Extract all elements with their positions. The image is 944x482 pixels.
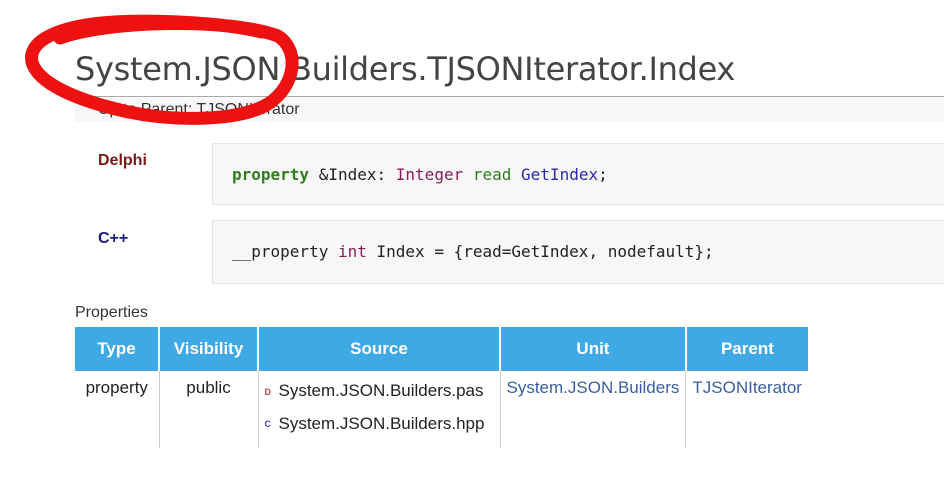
- cell-visibility: public: [159, 371, 259, 448]
- delphi-keyword-read: read: [472, 165, 512, 184]
- delphi-semicolon: ;: [598, 165, 608, 184]
- delphi-type: Integer: [395, 165, 464, 184]
- header-unit: Unit: [500, 327, 687, 371]
- cpp-file-icon: C: [264, 419, 272, 430]
- cpp-keyword-property: __property: [232, 242, 329, 261]
- page-title: System.JSON.Builders.TJSONIterator.Index: [75, 50, 736, 88]
- cpp-type: int: [337, 242, 367, 261]
- properties-header-row: Type Visibility Source Unit Parent: [75, 327, 808, 371]
- cell-parent: TJSONIterator: [686, 371, 808, 448]
- breadcrumb: Up to Parent: TJSONIterator: [75, 98, 944, 122]
- unit-link[interactable]: System.JSON.Builders: [507, 378, 680, 397]
- breadcrumb-link[interactable]: Up to Parent: TJSONIterator: [98, 101, 300, 119]
- header-type: Type: [75, 327, 160, 371]
- cpp-label: C++: [98, 230, 129, 247]
- properties-caption: Properties: [75, 304, 148, 321]
- properties-table: Type Visibility Source Unit Parent prope…: [75, 327, 808, 448]
- cell-type: property: [75, 371, 160, 448]
- source-file-hpp: System.JSON.Builders.hpp: [278, 413, 485, 433]
- delphi-getter: GetIndex: [521, 165, 599, 184]
- delphi-label: Delphi: [98, 152, 147, 169]
- parent-link[interactable]: TJSONIterator: [692, 378, 802, 397]
- header-source: Source: [258, 327, 501, 371]
- delphi-property-name: &Index:: [318, 165, 387, 184]
- cell-unit: System.JSON.Builders: [500, 371, 687, 448]
- delphi-keyword-property: property: [232, 165, 310, 184]
- cell-source: D System.JSON.Builders.pas C System.JSON.B…: [258, 371, 501, 448]
- delphi-code-line: property &Index: Integer read GetIndex;: [232, 165, 608, 184]
- source-file-pas: System.JSON.Builders.pas: [278, 381, 484, 400]
- header-parent: Parent: [685, 327, 808, 371]
- title-divider: [75, 96, 944, 97]
- cpp-code-block: __property int Index = {read=GetIndex, n…: [212, 220, 944, 284]
- source-item-pas: D System.JSON.Builders.pas: [265, 375, 494, 408]
- table-row: property public D System.JSON.Builders.pa…: [75, 371, 808, 448]
- delphi-file-icon: D: [264, 386, 272, 397]
- delphi-code-block: property &Index: Integer read GetIndex;: [212, 143, 944, 205]
- cpp-declaration: Index = {read=GetIndex, nodefault};: [376, 242, 714, 261]
- source-item-hpp: C System.JSON.Builders.hpp: [265, 408, 494, 441]
- cpp-code-line: __property int Index = {read=GetIndex, n…: [232, 242, 714, 261]
- header-visibility: Visibility: [159, 327, 259, 371]
